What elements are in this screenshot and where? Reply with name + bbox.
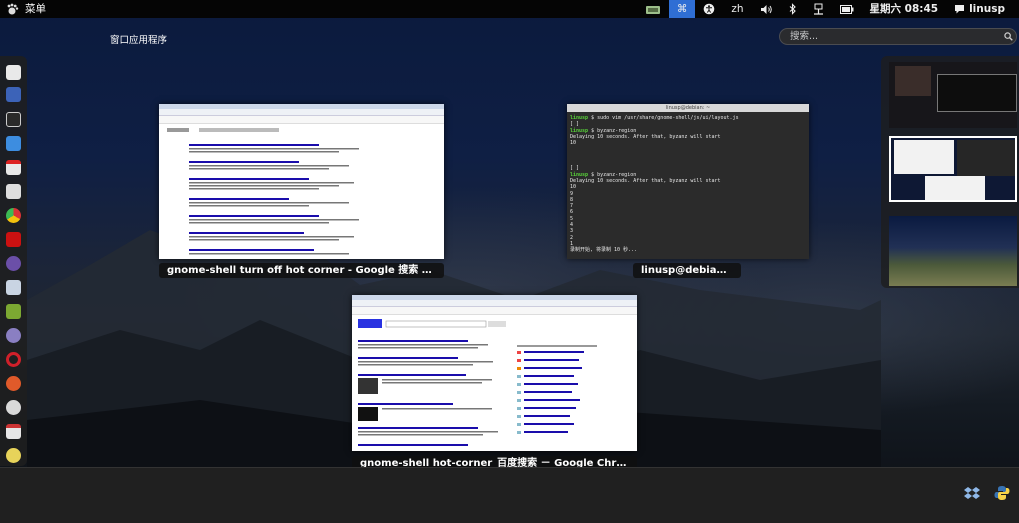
chrome-bookmarks-bar: [159, 116, 444, 124]
google-results-content: [167, 128, 359, 255]
search-entry[interactable]: [779, 28, 1017, 45]
pidgin-icon[interactable]: [6, 328, 21, 343]
bluetooth-icon: [789, 3, 796, 15]
workspace-thumbnail-1[interactable]: [889, 62, 1017, 128]
terminal-line-text: [570, 146, 573, 152]
terminal-line-text: 5: [570, 215, 574, 222]
chrome-icon[interactable]: [6, 208, 21, 223]
documents-icon[interactable]: [6, 65, 21, 80]
window-caption-terminal[interactable]: linusp@debian: ~: [633, 263, 741, 278]
screen-capture-icon: [645, 5, 660, 14]
terminal-titlebar: linusp@debian: ~: [567, 104, 809, 112]
network-wired-icon: [813, 3, 823, 15]
terminal-line-text: [570, 159, 573, 165]
baidu-results-content: [358, 319, 597, 446]
window-thumbnail-terminal[interactable]: linusp@debian: ~ linusp $ sudo vim /usr/…: [567, 104, 809, 259]
terminal-line-text: 7: [570, 203, 574, 210]
terminal-prompt: linusp: [570, 127, 589, 134]
user-name: linusp: [969, 3, 1005, 15]
terminal-line-text: [ ]: [570, 121, 580, 128]
workspace-thumbnail-3[interactable]: [889, 216, 1017, 286]
terminal-output: linusp $ sudo vim /usr/share/gnome-shell…: [567, 112, 809, 257]
terminal-line-text: 10: [570, 140, 577, 147]
terminal-line-text: $ byzanz-region: [588, 127, 637, 134]
terminal-line-text: 10: [570, 184, 577, 191]
workspace-thumbnail-2[interactable]: [889, 136, 1017, 202]
terminal-line-text: 4: [570, 222, 574, 229]
terminal-line-text: [570, 153, 573, 159]
files-icon[interactable]: [6, 280, 21, 295]
accessibility-menu[interactable]: [695, 0, 723, 18]
terminal-prompt: linusp: [570, 115, 589, 121]
input-method-menu[interactable]: zh: [723, 0, 751, 18]
chrome-bookmarks-bar: [352, 307, 637, 315]
window-thumbnail-google-search[interactable]: [159, 104, 444, 259]
bug-icon[interactable]: [6, 400, 21, 415]
gmail-icon[interactable]: [6, 160, 21, 175]
search-input[interactable]: [780, 30, 1000, 43]
python-tray-icon[interactable]: [994, 485, 1010, 501]
applications-menu[interactable]: 菜单: [6, 0, 46, 18]
chrome-toolbar: [159, 109, 444, 116]
filezilla-icon[interactable]: [6, 232, 21, 247]
network-menu[interactable]: [805, 0, 832, 18]
terminal-line-text: Delaying 10 seconds. After that, byzanz …: [570, 177, 721, 184]
ubuntu-one-icon[interactable]: [6, 376, 21, 391]
top-panel: 菜单 ⌘ zh 星期六 08:45 linusp: [0, 0, 1019, 18]
terminal-line-text: 3: [570, 228, 574, 235]
message-tray: [0, 467, 1019, 523]
accessibility-icon: [704, 3, 715, 15]
gnome-do-icon[interactable]: [6, 87, 21, 102]
workspace-2-window: [894, 140, 954, 174]
terminal-line-text: 9: [570, 190, 574, 197]
opera-icon[interactable]: [6, 352, 21, 367]
terminal-icon[interactable]: [6, 112, 21, 127]
reader-icon[interactable]: [6, 184, 21, 199]
emacs-icon[interactable]: [6, 256, 21, 271]
workspace-switcher: [881, 56, 1019, 288]
battery-menu[interactable]: [832, 0, 862, 18]
workspace-2-window: [957, 140, 1015, 176]
terminal-line-text: 录制开始, 将录制 10 秒...: [570, 247, 638, 254]
mail-icon[interactable]: [6, 424, 21, 439]
gnome-foot-icon: [7, 3, 19, 14]
terminal-line-text: Delaying 10 seconds. After that, byzanz …: [570, 133, 721, 140]
workspace-2-window: [925, 176, 985, 200]
clock-menu[interactable]: 星期六 08:45: [862, 0, 947, 18]
user-menu[interactable]: linusp: [946, 0, 1013, 18]
chrome-toolbar: [352, 300, 637, 307]
input-method-label: zh: [731, 3, 744, 15]
command-key-indicator[interactable]: ⌘: [668, 0, 696, 18]
workspace-1-window: [937, 74, 1017, 112]
dropbox-icon[interactable]: [6, 136, 21, 151]
terminal-line-text: [ ]: [570, 165, 580, 172]
terminal-line-text: $ byzanz-region: [588, 171, 637, 178]
terminal-line-text: $ sudo vim /usr/share/gnome-shell/js/ui/…: [588, 115, 739, 121]
light-icon[interactable]: [6, 448, 21, 463]
terminal-prompt: linusp: [570, 171, 589, 178]
window-caption-google-search[interactable]: gnome-shell turn off hot corner - Google…: [159, 263, 444, 278]
terminal-line-text: 6: [570, 209, 574, 216]
battery-icon: [839, 4, 853, 14]
command-key-icon: ⌘: [676, 3, 688, 15]
screenshot-app-indicator[interactable]: [637, 0, 669, 18]
windows-view-tab[interactable]: 窗口应用程序: [110, 32, 167, 46]
chat-status-icon: [955, 5, 965, 14]
search-icon: [1000, 29, 1016, 45]
window-thumbnail-baidu-search[interactable]: [352, 295, 637, 451]
volume-icon: [760, 4, 772, 14]
workspace-1-window: [895, 66, 931, 96]
book-icon[interactable]: [6, 304, 21, 319]
menu-label: 菜单: [25, 3, 46, 15]
volume-menu[interactable]: [752, 0, 781, 18]
dash: [0, 56, 27, 466]
terminal-line-text: 8: [570, 196, 574, 203]
bluetooth-menu[interactable]: [781, 0, 805, 18]
terminal-line: 录制开始, 将录制 10 秒...: [570, 247, 806, 253]
terminal-line-text: 2: [570, 234, 574, 241]
dropbox-tray-icon[interactable]: [964, 485, 980, 501]
